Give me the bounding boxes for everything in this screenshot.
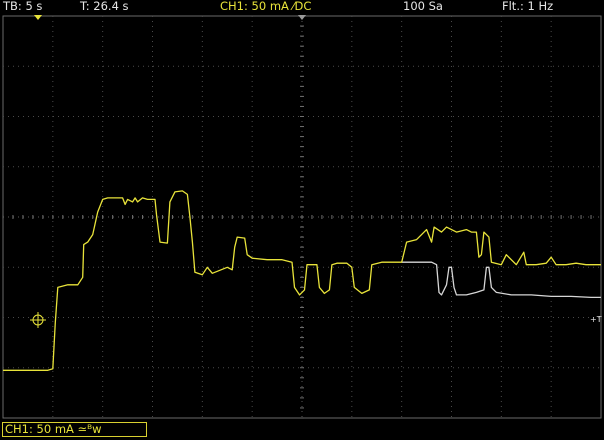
sample-count-readout[interactable]: 100 Sa (403, 0, 443, 13)
channel-readout[interactable]: CH1: 50 mA ⁄DC (220, 0, 311, 13)
channel-label-box[interactable]: CH1: 50 mA ≃ᴮw (2, 422, 147, 437)
trigger-level-label: +T (590, 315, 602, 324)
trigger-time-readout[interactable]: T: 26.4 s (80, 0, 129, 13)
status-bar: TB: 5 s T: 26.4 s CH1: 50 mA ⁄DC 100 Sa … (0, 0, 604, 14)
filter-readout[interactable]: Flt.: 1 Hz (502, 0, 553, 13)
oscilloscope-screen[interactable]: +T (0, 0, 604, 440)
timebase-readout[interactable]: TB: 5 s (3, 0, 42, 13)
